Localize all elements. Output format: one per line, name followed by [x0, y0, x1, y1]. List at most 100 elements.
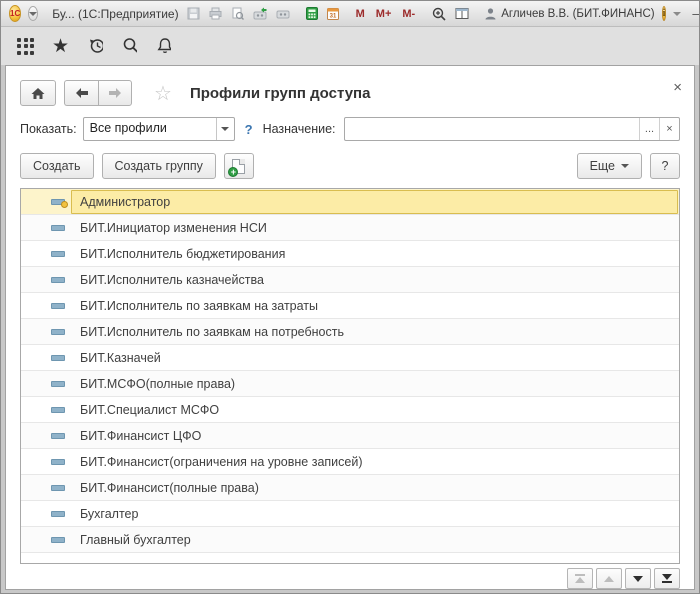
list-item[interactable]: БИТ.Финансист(полные права) — [21, 475, 679, 501]
profile-item-icon — [51, 277, 65, 283]
profile-item-icon — [51, 381, 65, 387]
row-gutter — [21, 189, 51, 214]
profile-item-icon — [51, 199, 65, 205]
list-item[interactable]: БИТ.Казначей — [21, 345, 679, 371]
profile-name: БИТ.Казначей — [71, 346, 678, 370]
profile-name: БИТ.Инициатор изменения НСИ — [71, 216, 678, 240]
list-item[interactable]: БИТ.Инициатор изменения НСИ — [21, 215, 679, 241]
row-gutter — [21, 215, 51, 240]
main-menu-button[interactable] — [28, 6, 38, 21]
profile-name: БИТ.Исполнитель бюджетирования — [71, 242, 678, 266]
back-button[interactable] — [64, 80, 98, 106]
choose-button[interactable]: ... — [639, 118, 659, 140]
all-functions-menu-icon[interactable] — [17, 38, 34, 55]
list-item[interactable]: БИТ.Исполнитель бюджетирования — [21, 241, 679, 267]
row-gutter — [21, 423, 51, 448]
list-item[interactable]: БИТ.Исполнитель по заявкам на затраты — [21, 293, 679, 319]
chevron-down-icon — [221, 127, 229, 131]
first-bar-icon — [575, 574, 585, 576]
os-titlebar: 1С Бу... (1С:Предприятие) 31 M M+ M- — [1, 1, 699, 27]
home-icon — [30, 86, 46, 101]
search-icon[interactable] — [121, 38, 137, 54]
plus-icon: + — [228, 167, 238, 177]
triangle-down-icon — [633, 576, 643, 582]
purpose-field: ... × — [344, 117, 680, 141]
help-button[interactable]: ? — [650, 153, 680, 179]
filter-row: Показать: Все профили ? Назначение: ... … — [20, 116, 680, 142]
favorite-star-icon[interactable]: ☆ — [154, 81, 172, 106]
profile-name: БИТ.Исполнитель по заявкам на затраты — [71, 294, 678, 318]
user-icon — [484, 7, 497, 20]
list-item[interactable]: БИТ.Финансист ЦФО — [21, 423, 679, 449]
favorites-icon[interactable]: ★ — [52, 37, 69, 56]
receive-exchange-icon[interactable] — [275, 6, 291, 22]
arrow-right-icon — [107, 87, 123, 99]
app-title: Бу... (1С:Предприятие) — [52, 7, 178, 21]
forward-button[interactable] — [98, 80, 132, 106]
1c-logo-icon: 1С — [9, 5, 21, 22]
list-item-partial[interactable] — [21, 553, 679, 564]
info-icon[interactable]: i — [662, 6, 667, 21]
create-group-button[interactable]: Создать группу — [102, 153, 216, 179]
list-item[interactable]: Главный бухгалтер — [21, 527, 679, 553]
split-window-icon[interactable] — [454, 6, 470, 22]
copy-item-button[interactable]: + — [224, 153, 254, 179]
last-bar-icon — [662, 581, 672, 583]
list-item[interactable]: БИТ.МСФО(полные права) — [21, 371, 679, 397]
minimize-button[interactable]: – — [688, 6, 700, 21]
print-preview-icon[interactable] — [230, 6, 245, 22]
profile-name: БИТ.Исполнитель по заявкам на потребност… — [71, 320, 678, 344]
list-item[interactable]: БИТ.Исполнитель казначейства — [21, 267, 679, 293]
list-item[interactable]: БИТ.Специалист МСФО — [21, 397, 679, 423]
profile-item-icon — [51, 511, 65, 517]
collapse-chevron-icon[interactable] — [673, 12, 681, 16]
history-icon[interactable] — [87, 38, 103, 54]
current-user[interactable]: Агличев В.В. (БИТ.ФИНАНС) — [484, 7, 654, 20]
row-gutter — [21, 345, 51, 370]
go-first-button[interactable] — [567, 568, 593, 589]
show-filter-label: Показать: — [20, 122, 77, 136]
list-item[interactable]: БИТ.Исполнитель по заявкам на потребност… — [21, 319, 679, 345]
svg-text:31: 31 — [329, 14, 336, 20]
profile-name: Бухгалтер — [71, 502, 678, 526]
scale-m-plus-button[interactable]: M+ — [374, 8, 394, 20]
send-exchange-icon[interactable] — [252, 6, 268, 22]
more-actions-button[interactable]: Еще — [577, 153, 642, 179]
show-filter-select[interactable]: Все профили — [83, 117, 235, 141]
home-button[interactable] — [20, 80, 56, 106]
scale-m-minus-button[interactable]: M- — [400, 8, 417, 20]
profile-item-icon — [51, 407, 65, 413]
profile-item-icon — [51, 251, 65, 257]
go-up-button[interactable] — [596, 568, 622, 589]
list-item[interactable]: БИТ.Финансист(ограничения на уровне запи… — [21, 449, 679, 475]
purpose-input[interactable] — [345, 118, 639, 140]
calendar-icon[interactable]: 31 — [326, 6, 340, 22]
calculator-icon[interactable] — [305, 6, 319, 22]
list-item[interactable]: Бухгалтер — [21, 501, 679, 527]
triangle-down-icon — [662, 574, 672, 580]
profile-name: БИТ.Финансист(полные права) — [71, 476, 678, 500]
profile-item-icon — [51, 459, 65, 465]
profile-item-icon — [51, 303, 65, 309]
combo-dropdown-button[interactable] — [216, 118, 234, 140]
filter-help-link[interactable]: ? — [241, 122, 257, 137]
print-icon[interactable] — [208, 6, 223, 22]
arrow-left-icon — [74, 87, 90, 99]
clear-button[interactable]: × — [659, 118, 679, 140]
profile-name: Главный бухгалтер — [71, 528, 678, 552]
zoom-icon[interactable] — [431, 6, 447, 22]
show-filter-value: Все профили — [84, 118, 216, 140]
save-icon[interactable] — [186, 6, 201, 22]
profile-list[interactable]: АдминистраторБИТ.Инициатор изменения НСИ… — [20, 188, 680, 564]
profile-name: БИТ.Финансист(ограничения на уровне запи… — [71, 450, 678, 474]
profile-item-icon — [51, 355, 65, 361]
go-last-button[interactable] — [654, 568, 680, 589]
scale-m-button[interactable]: M — [354, 8, 367, 20]
user-name: Агличев В.В. (БИТ.ФИНАНС) — [501, 8, 654, 20]
history-nav — [64, 80, 132, 106]
close-form-button[interactable]: × — [673, 80, 682, 95]
create-button[interactable]: Создать — [20, 153, 94, 179]
go-down-button[interactable] — [625, 568, 651, 589]
notifications-bell-icon[interactable] — [155, 38, 171, 54]
list-item[interactable]: Администратор — [21, 189, 679, 215]
